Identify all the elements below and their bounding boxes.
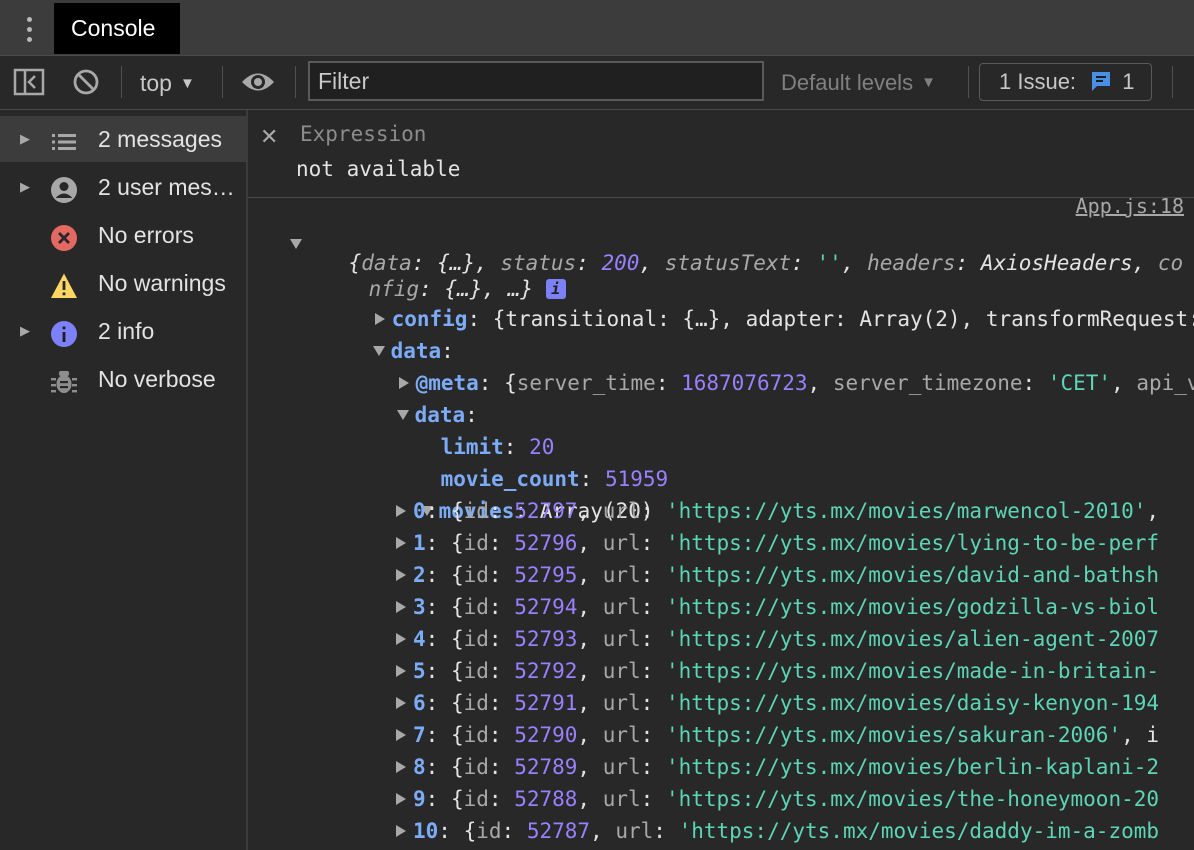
log-levels-dropdown[interactable]: Default levels ▼ <box>781 68 936 98</box>
toolbar-divider <box>968 66 969 98</box>
movie-row[interactable]: 5: {id: 52792, url: 'https://yts.mx/movi… <box>396 655 1159 687</box>
live-expression: ✕ Expression not available <box>248 110 1194 198</box>
expand-arrow-icon[interactable]: ▶ <box>20 116 30 162</box>
console-sidebar: ▶ 2 messages ▶ 2 user messages No errors… <box>0 110 248 850</box>
collapse-arrow-icon[interactable] <box>290 239 302 249</box>
movie-row[interactable]: 10: {id: 52787, url: 'https://yts.mx/mov… <box>396 815 1159 847</box>
issue-chat-icon <box>1090 67 1112 103</box>
expression-label[interactable]: Expression <box>300 122 426 146</box>
devtools-tab-bar: Console <box>0 0 1194 56</box>
warning-icon <box>50 269 78 298</box>
clear-console-icon[interactable] <box>72 68 100 101</box>
sidebar-item-label: 2 user messages <box>98 174 244 200</box>
expand-arrow-icon[interactable] <box>396 665 406 677</box>
expand-arrow-icon[interactable] <box>396 761 406 773</box>
expand-arrow-icon[interactable]: ▶ <box>20 164 30 210</box>
issues-count: 1 <box>1122 69 1135 94</box>
sidebar-item-label: No errors <box>98 222 194 248</box>
sidebar-item-label: 2 messages <box>98 126 223 152</box>
issues-label: 1 Issue: <box>999 69 1077 94</box>
expand-arrow-icon[interactable] <box>396 825 406 837</box>
movie-row[interactable]: 7: {id: 52790, url: 'https://yts.mx/movi… <box>396 719 1159 751</box>
list-icon <box>50 125 78 153</box>
console-output: App.js:18 {data: {…}, status: 200, statu… <box>248 198 1194 850</box>
more-tools-menu-icon[interactable] <box>14 10 44 48</box>
expand-arrow-icon[interactable] <box>396 537 406 549</box>
movie-row[interactable]: 9: {id: 52788, url: 'https://yts.mx/movi… <box>396 783 1159 815</box>
close-icon[interactable]: ✕ <box>260 124 278 150</box>
bug-icon <box>50 365 78 393</box>
sidebar-item-user-messages[interactable]: ▶ 2 user messages <box>0 164 246 210</box>
movie-row[interactable]: 6: {id: 52791, url: 'https://yts.mx/movi… <box>396 687 1159 719</box>
expand-arrow-icon[interactable]: ▶ <box>20 308 30 354</box>
movie-row[interactable]: 1: {id: 52796, url: 'https://yts.mx/movi… <box>396 527 1159 559</box>
context-selector[interactable]: top ▼ <box>140 68 195 98</box>
toolbar-divider <box>121 66 122 98</box>
chevron-down-icon: ▼ <box>921 74 936 91</box>
error-icon <box>50 221 78 251</box>
expand-arrow-icon[interactable] <box>396 569 406 581</box>
tab-console[interactable]: Console <box>54 3 180 54</box>
movie-row[interactable]: 0: {id: 52797, url: 'https://yts.mx/movi… <box>396 495 1159 527</box>
movie-row[interactable]: 4: {id: 52793, url: 'https://yts.mx/movi… <box>396 623 1159 655</box>
toolbar-divider <box>295 66 296 98</box>
sidebar-item-label: 2 info <box>98 318 155 344</box>
user-icon <box>50 173 78 203</box>
sidebar-item-verbose[interactable]: No verbose <box>0 356 246 402</box>
sidebar-item-warnings[interactable]: No warnings <box>0 260 246 306</box>
expand-arrow-icon[interactable] <box>396 633 406 645</box>
expand-arrow-icon[interactable] <box>396 505 406 517</box>
info-icon <box>50 317 78 347</box>
sidebar-item-errors[interactable]: No errors <box>0 212 246 258</box>
log-levels-label: Default levels <box>781 70 914 95</box>
movie-row[interactable]: 8: {id: 52789, url: 'https://yts.mx/movi… <box>396 751 1159 783</box>
expand-arrow-icon[interactable] <box>396 729 406 741</box>
sidebar-item-label: No verbose <box>98 366 216 392</box>
context-label: top <box>140 70 172 96</box>
sidebar-item-label: No warnings <box>98 270 226 296</box>
movie-row[interactable]: 2: {id: 52795, url: 'https://yts.mx/movi… <box>396 559 1159 591</box>
toolbar-divider <box>1172 66 1173 98</box>
issues-button[interactable]: 1 Issue: 1 <box>979 63 1152 101</box>
console-toolbar: top ▼ Default levels ▼ 1 Issue: 1 <box>0 56 1194 110</box>
expand-arrow-icon[interactable] <box>396 601 406 613</box>
live-expression-eye-icon[interactable] <box>240 69 276 100</box>
sidebar-item-info[interactable]: ▶ 2 info <box>0 308 246 354</box>
expand-arrow-icon[interactable] <box>396 793 406 805</box>
sidebar-item-messages[interactable]: ▶ 2 messages <box>0 116 246 162</box>
expression-value: not available <box>296 157 461 181</box>
chevron-down-icon: ▼ <box>179 75 195 92</box>
filter-input[interactable] <box>308 61 764 101</box>
sidebar-toggle-icon[interactable] <box>13 68 45 101</box>
toolbar-divider <box>222 66 223 98</box>
movie-row[interactable]: 3: {id: 52794, url: 'https://yts.mx/movi… <box>396 591 1159 623</box>
expand-arrow-icon[interactable] <box>396 697 406 709</box>
